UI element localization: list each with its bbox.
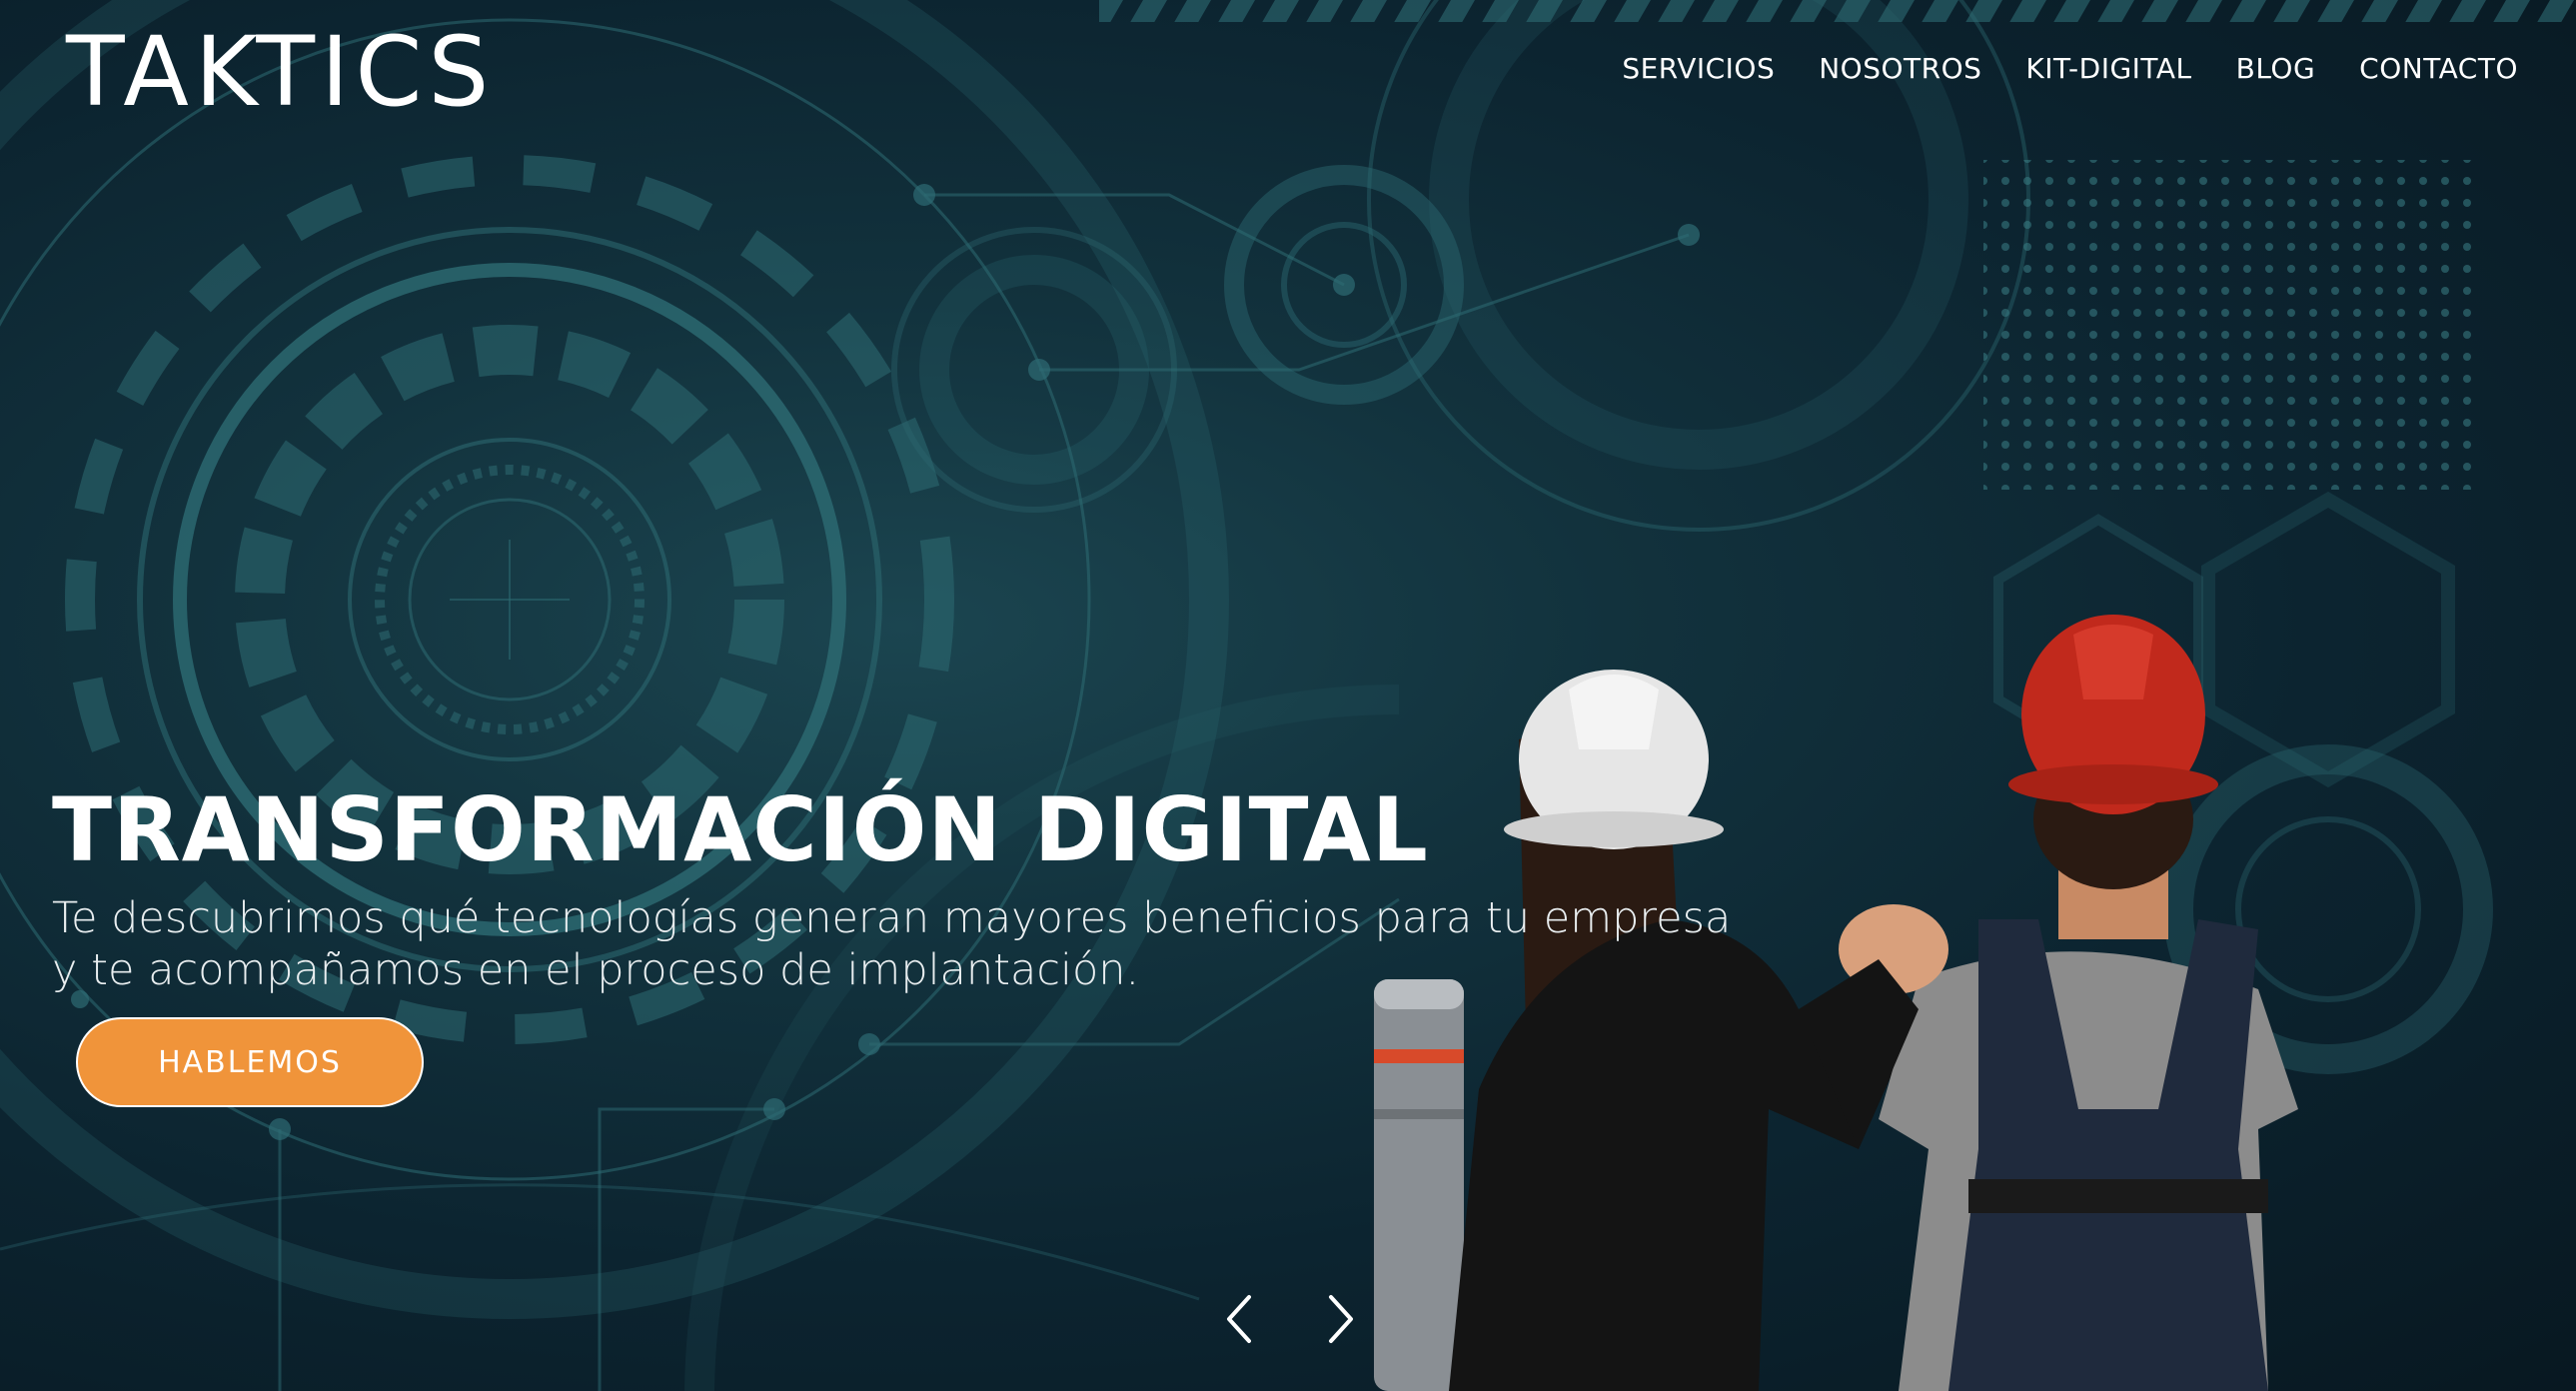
site-header: TAKTICS SERVICIOS NOSOTROS KIT-DIGITAL B… [0,0,2576,150]
hablemos-button[interactable]: HABLEMOS [76,1017,424,1107]
hero-title: TRANSFORMACIÓN DIGITAL [52,777,1429,881]
taktics-logo[interactable]: TAKTICS [66,24,495,120]
chevron-left-icon [1227,1295,1251,1343]
main-nav: SERVICIOS NOSOTROS KIT-DIGITAL BLOG CONT… [1622,52,2518,85]
slider-prev-button[interactable] [1211,1289,1271,1349]
chevron-right-icon [1329,1295,1353,1343]
nav-item-contacto[interactable]: CONTACTO [2359,52,2518,85]
slider-next-button[interactable] [1309,1289,1369,1349]
nav-item-servicios[interactable]: SERVICIOS [1622,52,1775,85]
nav-item-kit-digital[interactable]: KIT-DIGITAL [2025,52,2191,85]
nav-item-blog[interactable]: BLOG [2236,52,2316,85]
hero-slider: TAKTICS SERVICIOS NOSOTROS KIT-DIGITAL B… [0,0,2576,1391]
nav-item-nosotros[interactable]: NOSOTROS [1819,52,1981,85]
hero-subtitle: Te descubrimos qué tecnologías generan m… [52,893,1732,995]
